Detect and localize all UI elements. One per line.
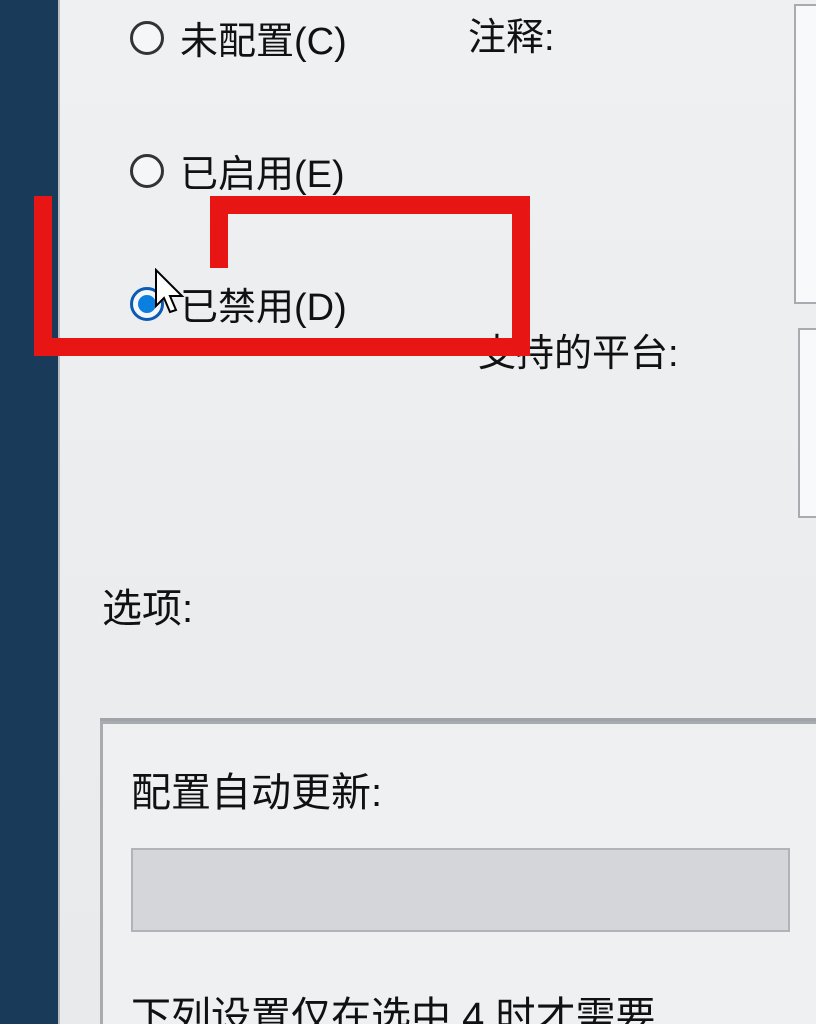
radio-label-disabled: 已禁用(D) (180, 276, 347, 331)
configure-auto-update-label: 配置自动更新: (131, 760, 790, 818)
supported-platform-label: 支持的平台: (478, 322, 679, 377)
radio-icon-selected (130, 287, 164, 321)
options-label: 选项: (102, 576, 193, 634)
policy-state-radio-group: 未配置(C) 已启用(E) 已禁用(D) (130, 10, 347, 331)
radio-label-not-configured: 未配置(C) (180, 10, 347, 65)
policy-editor-panel: 未配置(C) 已启用(E) 已禁用(D) 注释: 支持的平台: 选项: 配置自动… (58, 0, 816, 1024)
radio-icon (130, 154, 164, 188)
radio-icon (130, 21, 164, 55)
top-section: 未配置(C) 已启用(E) 已禁用(D) 注释: 支持的平台: 选项: (60, 0, 816, 720)
comment-label: 注释: (468, 6, 555, 61)
radio-disabled[interactable]: 已禁用(D) (130, 276, 347, 331)
configure-auto-update-dropdown[interactable] (131, 848, 790, 932)
radio-not-configured[interactable]: 未配置(C) (130, 10, 347, 65)
radio-enabled[interactable]: 已启用(E) (130, 143, 347, 198)
radio-label-enabled: 已启用(E) (180, 143, 345, 198)
options-note-text: 下列设置仅在选中 4 时才需要 (131, 984, 655, 1024)
comment-textbox[interactable] (794, 4, 816, 304)
options-panel: 配置自动更新: 下列设置仅在选中 4 时才需要 (100, 721, 816, 1024)
supported-platform-textbox (798, 328, 816, 518)
